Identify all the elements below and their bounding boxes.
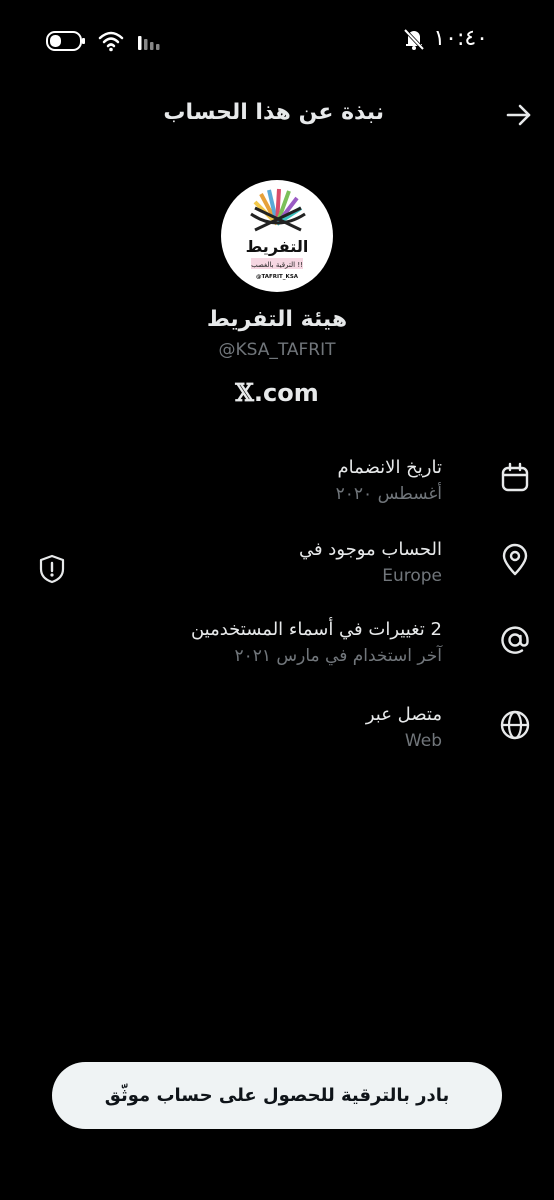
svg-text:الترقية بالغصب !!: الترقية بالغصب !! [251,261,303,269]
info-row-location: الحساب موجود في Europe [22,537,532,607]
x-com-link[interactable]: 𝕏.com [0,378,554,407]
info-row-joined: تاريخ الانضمام أغسطس ٢٠٢٠ [22,455,532,525]
svg-text:التفريط: التفريط [246,237,309,256]
info-subtitle: أغسطس ٢٠٢٠ [335,484,442,504]
info-title: تاريخ الانضمام [337,457,442,478]
signal-icon [138,36,160,50]
display-name: هيئة التفريط [206,307,348,332]
info-title: 2 تغييرات في أسماء المستخدمين [190,619,442,640]
page-title: نبذة عن هذا الحساب [163,100,384,125]
globe-icon [500,710,530,740]
header: نبذة عن هذا الحساب [0,90,554,140]
x-logo-icon: 𝕏 [235,378,254,407]
wifi-icon [98,31,124,52]
shield-alert-icon[interactable] [38,554,66,584]
upgrade-verified-button[interactable]: بادر بالترقية للحصول على حساب موثّق [52,1062,502,1129]
avatar-logo: التفريط الترقية بالغصب !! @TAFRIT_KSA [246,188,309,280]
calendar-icon [501,462,529,492]
back-button[interactable] [502,98,536,132]
location-pin-icon [502,543,528,576]
link-domain: .com [253,379,319,407]
avatar[interactable]: التفريط الترقية بالغصب !! @TAFRIT_KSA [221,180,333,292]
arrow-right-icon [506,104,531,126]
info-subtitle: Europe [382,566,442,586]
at-sign-icon [501,626,529,654]
svg-text:@TAFRIT_KSA: @TAFRIT_KSA [256,274,299,280]
status-bar: ١٠:٤٠ [0,0,554,80]
info-title: الحساب موجود في [298,539,442,560]
clock: ١٠:٤٠ [433,26,488,51]
info-row-connected-via: متصل عبر Web [22,702,532,772]
info-title: متصل عبر [365,704,442,725]
info-subtitle: آخر استخدام في مارس ٢٠٢١ [234,646,442,666]
battery-icon [46,31,85,51]
username-handle: @KSA_TAFRIT [218,340,336,360]
info-row-username-changes[interactable]: 2 تغييرات في أسماء المستخدمين آخر استخدا… [22,617,532,687]
bell-muted-icon [404,28,425,50]
info-subtitle: Web [404,731,442,751]
